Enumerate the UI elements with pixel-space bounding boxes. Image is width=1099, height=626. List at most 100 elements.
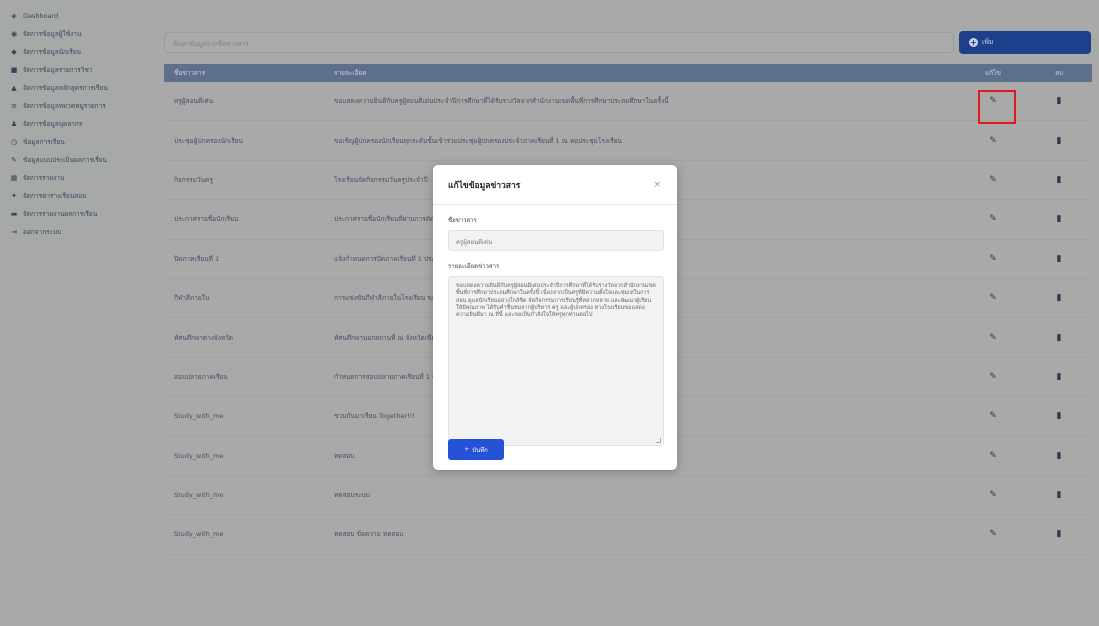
- sidebar-item[interactable]: ♟ จัดการข้อมูลบุคลากร: [0, 116, 153, 131]
- trash-icon[interactable]: ▮: [1055, 175, 1063, 185]
- cell-edit: ✎: [960, 293, 1026, 303]
- trash-icon[interactable]: ▮: [1055, 333, 1063, 343]
- cell-name: Study_with_me: [174, 451, 224, 460]
- cell-name: ปิดภาคเรียนที่ 1: [174, 254, 220, 263]
- detail-text: ขอแสดงความยินดีกับครูผู้สอนดีเด่นประจำปี…: [456, 283, 656, 319]
- graduation-icon: ▲: [11, 83, 17, 92]
- cell-delete: ▮: [1026, 411, 1092, 421]
- trash-icon[interactable]: ▮: [1055, 490, 1063, 500]
- sidebar-item[interactable]: ◈ Dashboard: [0, 8, 153, 23]
- news-name-input[interactable]: ครูผู้สอนดีเด่น: [448, 230, 664, 251]
- cell-delete: ▮: [1026, 372, 1092, 382]
- add-news-button[interactable]: + เพิ่ม: [959, 31, 1091, 54]
- close-icon[interactable]: ×: [653, 180, 661, 190]
- sidebar-item[interactable]: ✦ จัดการตารางเรียนสอบ: [0, 188, 153, 203]
- grid-icon: ▦: [10, 173, 18, 182]
- trash-icon[interactable]: ▮: [1055, 136, 1063, 146]
- cell-delete: ▮: [1026, 96, 1092, 106]
- sidebar-item-label: จัดการข้อมูลบุคลากร: [23, 119, 83, 128]
- clock-icon: ◷: [10, 137, 18, 146]
- sidebar-item[interactable]: ▬ จัดการรายงานผลการเรียน: [0, 206, 153, 221]
- book-icon: ■: [10, 65, 18, 74]
- sidebar-item[interactable]: ⇥ ออกจากระบบ: [0, 224, 153, 239]
- cell-name: ประชุมผู้ปกครองนักเรียน: [174, 136, 243, 145]
- edit-icon[interactable]: ✎: [988, 490, 998, 500]
- users-icon: ◉: [10, 29, 18, 38]
- header-edit: แก้ไข: [985, 69, 1001, 77]
- header-name: ชื่อข่าวสาร: [174, 69, 206, 77]
- cell-edit: ✎: [960, 451, 1026, 461]
- cell-name: ทัศนศึกษาต่างจังหวัด: [174, 333, 234, 342]
- edit-icon[interactable]: ✎: [988, 293, 998, 303]
- cell-name: กิจกรรมวันครู: [174, 175, 213, 184]
- sidebar-item-label: ข้อมูลการเรียน: [23, 137, 65, 146]
- cell-edit: ✎: [960, 254, 1026, 264]
- sidebar-item[interactable]: ≡ จัดการข้อมูลหมวดหมู่รายการ: [0, 98, 153, 113]
- sidebar-item-label: จัดการรายงาน: [23, 173, 65, 182]
- name-label: ชื่อข่าวสาร: [448, 217, 477, 224]
- sidebar-item[interactable]: ■ จัดการข้อมูลรายการวิชา: [0, 62, 153, 77]
- cell-delete: ▮: [1026, 333, 1092, 343]
- sidebar-item[interactable]: ◷ ข้อมูลการเรียน: [0, 134, 153, 149]
- cell-name: Study_with_me: [174, 412, 224, 421]
- trash-icon[interactable]: ▮: [1055, 96, 1063, 106]
- person-icon: ♟: [10, 119, 18, 128]
- edit-icon[interactable]: ✎: [988, 214, 998, 224]
- sidebar: ◈ Dashboard ◉ จัดการข้อมูลผู้ใช้งาน ◆ จัดการข…: [0, 0, 153, 626]
- edit-icon[interactable]: ✎: [988, 175, 998, 185]
- sidebar-item[interactable]: ◉ จัดการข้อมูลผู้ใช้งาน: [0, 26, 153, 41]
- cell-name: Study_with_me: [174, 530, 224, 539]
- cell-edit: ✎: [960, 333, 1026, 343]
- header-detail: รายละเอียด: [334, 69, 367, 77]
- edit-news-modal: แก้ไขข้อมูลข่าวสาร × ชื่อข่าวสาร ครูผู้ส…: [433, 165, 677, 470]
- modal-body: ชื่อข่าวสาร ครูผู้สอนดีเด่น รายละเอียดข่…: [433, 205, 677, 456]
- cell-delete: ▮: [1026, 136, 1092, 146]
- cell-edit: ✎: [960, 214, 1026, 224]
- trash-icon[interactable]: ▮: [1055, 529, 1063, 539]
- edit-icon[interactable]: ✎: [988, 136, 998, 146]
- add-button-label: เพิ่ม: [982, 38, 994, 46]
- trash-icon[interactable]: ▮: [1055, 451, 1063, 461]
- trash-icon[interactable]: ▮: [1055, 293, 1063, 303]
- sidebar-item[interactable]: ▦ จัดการรายงาน: [0, 170, 153, 185]
- save-button-label: บันทึก: [472, 446, 488, 454]
- search-input[interactable]: ค้นหาข้อมูลจากชื่อข่าวสาร: [164, 32, 954, 53]
- sidebar-item[interactable]: ◆ จัดการข้อมูลนักเรียน: [0, 44, 153, 59]
- cell-detail: ขอเชิญผู้ปกครองนักเรียนทุกระดับชั้นเข้าร…: [334, 136, 622, 145]
- cell-edit: ✎: [960, 175, 1026, 185]
- sidebar-item-label: จัดการรายงานผลการเรียน: [23, 209, 98, 218]
- news-detail-textarea[interactable]: ขอแสดงความยินดีกับครูผู้สอนดีเด่นประจำปี…: [448, 276, 664, 446]
- edit-icon[interactable]: ✎: [988, 451, 998, 461]
- cell-name: สอบปลายภาคเรียน: [174, 372, 228, 381]
- cell-delete: ▮: [1026, 175, 1092, 185]
- sidebar-item-label: จัดการข้อมูลหลักสูตรการเรียน: [23, 83, 108, 92]
- sidebar-item-label: Dashboard: [23, 11, 59, 20]
- trash-icon[interactable]: ▮: [1055, 372, 1063, 382]
- edit-icon[interactable]: ✎: [988, 372, 998, 382]
- trash-icon[interactable]: ▮: [1055, 254, 1063, 264]
- save-button[interactable]: + บันทึก: [448, 439, 504, 460]
- cell-delete: ▮: [1026, 254, 1092, 264]
- chart-icon: ▬: [10, 209, 18, 218]
- detail-label: รายละเอียดข่าวสาร: [448, 263, 500, 270]
- cell-delete: ▮: [1026, 490, 1092, 500]
- table-row: Study_with_me ทดสอบ ข้อความ ทดสอบ ✎ ▮: [164, 515, 1092, 555]
- sidebar-item[interactable]: ▲ จัดการข้อมูลหลักสูตรการเรียน: [0, 80, 153, 95]
- sidebar-item-label: ออกจากระบบ: [23, 227, 62, 236]
- edit-icon[interactable]: ✎: [988, 529, 998, 539]
- cell-detail: ขอแสดงความยินดีกับครูผู้สอนดีเด่นประจำปี…: [334, 97, 669, 106]
- trash-icon[interactable]: ▮: [1055, 411, 1063, 421]
- cell-delete: ▮: [1026, 529, 1092, 539]
- dashboard-icon: ◈: [11, 11, 17, 20]
- header-delete: ลบ: [1054, 69, 1064, 77]
- sidebar-item[interactable]: ✎ ข้อมูลแบบประเมินผลการเรียน: [0, 152, 153, 167]
- cell-name: กีฬาสีภายใน: [174, 294, 210, 303]
- table-row: Study_with_me ทดสอบระบบ ✎ ▮: [164, 476, 1092, 516]
- modal-header: แก้ไขข้อมูลข่าวสาร ×: [433, 165, 677, 205]
- edit-icon[interactable]: ✎: [988, 333, 998, 343]
- resize-handle[interactable]: [656, 438, 661, 443]
- cell-edit: ✎: [960, 490, 1026, 500]
- edit-icon[interactable]: ✎: [988, 411, 998, 421]
- trash-icon[interactable]: ▮: [1055, 214, 1063, 224]
- edit-icon[interactable]: ✎: [988, 254, 998, 264]
